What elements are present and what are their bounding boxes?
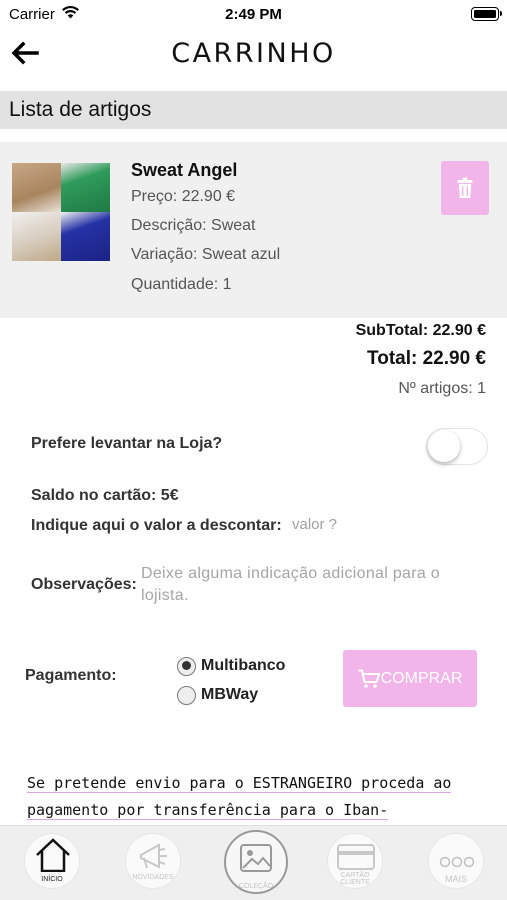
- tab-mais[interactable]: MAIS: [428, 833, 484, 889]
- tab-label: CARTÃO CLIENTE: [340, 872, 370, 886]
- tab-novidades[interactable]: NOVIDADES: [125, 833, 181, 889]
- page-title: CARRINHO: [171, 38, 336, 69]
- payment-option-label: MBWay: [201, 686, 259, 703]
- pickup-label: Prefere levantar na Loja?: [31, 435, 223, 452]
- tab-label: NOVIDADES: [132, 874, 174, 881]
- payment-option-mbway[interactable]: MBWay: [177, 684, 258, 706]
- tab-colecao[interactable]: COLEÇÃO: [224, 830, 288, 894]
- total: Total: 22.90 €: [367, 348, 486, 369]
- card-balance: Saldo no cartão: 5€: [31, 487, 179, 504]
- observations-label: Observações:: [31, 576, 137, 593]
- tab-inicio[interactable]: INÍCIO: [24, 833, 80, 889]
- trash-icon: [457, 177, 473, 198]
- delete-item-button[interactable]: [441, 161, 489, 215]
- discount-input[interactable]: valor ?: [292, 516, 337, 533]
- nav-header: CARRINHO: [0, 28, 507, 80]
- buy-button[interactable]: COMPRAR: [343, 650, 477, 707]
- item-name: Sweat Angel: [131, 160, 238, 180]
- discount-label: Indique aqui o valor a descontar:: [31, 517, 282, 534]
- section-heading: Lista de artigos: [0, 91, 507, 129]
- home-icon: [36, 838, 70, 872]
- product-image: [12, 163, 110, 261]
- cart-icon: [358, 669, 380, 688]
- observations-input[interactable]: Deixe alguma indicação adicional para o …: [141, 563, 471, 607]
- status-bar: Carrier 2:49 PM: [0, 0, 507, 28]
- radio-selected-icon: [177, 656, 196, 676]
- buy-button-label: COMPRAR: [380, 669, 463, 687]
- card-icon: [337, 844, 375, 870]
- tab-label: COLEÇÃO: [238, 883, 274, 890]
- toggle-knob: [428, 430, 460, 462]
- item-quantity: Quantidade: 1: [131, 276, 232, 293]
- item-description: Descrição: Sweat: [131, 217, 256, 234]
- tab-bar: INÍCIO NOVIDADES COLEÇÃO CARTÃO CLIENTE …: [0, 825, 507, 900]
- more-icon: [439, 856, 475, 868]
- notice-line-2: pagamento por transferência para o Iban-: [27, 801, 389, 820]
- payment-option-label: Multibanco: [201, 657, 286, 674]
- item-variation: Variação: Sweat azul: [131, 246, 281, 263]
- tab-cartao-cliente[interactable]: CARTÃO CLIENTE: [327, 833, 383, 889]
- tab-label: MAIS: [444, 874, 467, 884]
- payment-label: Pagamento:: [25, 667, 117, 684]
- battery-icon: [471, 7, 502, 21]
- tab-label: INÍCIO: [41, 876, 63, 883]
- item-price: Preço: 22.90 €: [131, 188, 236, 205]
- payment-option-multibanco[interactable]: Multibanco: [177, 655, 285, 677]
- item-count: Nº artigos: 1: [398, 380, 486, 397]
- subtotal: SubTotal: 22.90 €: [355, 322, 486, 339]
- radio-unselected-icon: [177, 685, 196, 705]
- image-icon: [240, 844, 272, 872]
- cart-item: Sweat Angel Preço: 22.90 € Descrição: Sw…: [0, 142, 507, 318]
- clock: 2:49 PM: [225, 6, 282, 23]
- megaphone-icon: [140, 843, 167, 869]
- notice-line-1: Se pretende envio para o ESTRANGEIRO pro…: [27, 774, 452, 793]
- shipping-notice: Se pretende envio para o ESTRANGEIRO pro…: [27, 770, 487, 824]
- pickup-toggle[interactable]: [426, 428, 488, 465]
